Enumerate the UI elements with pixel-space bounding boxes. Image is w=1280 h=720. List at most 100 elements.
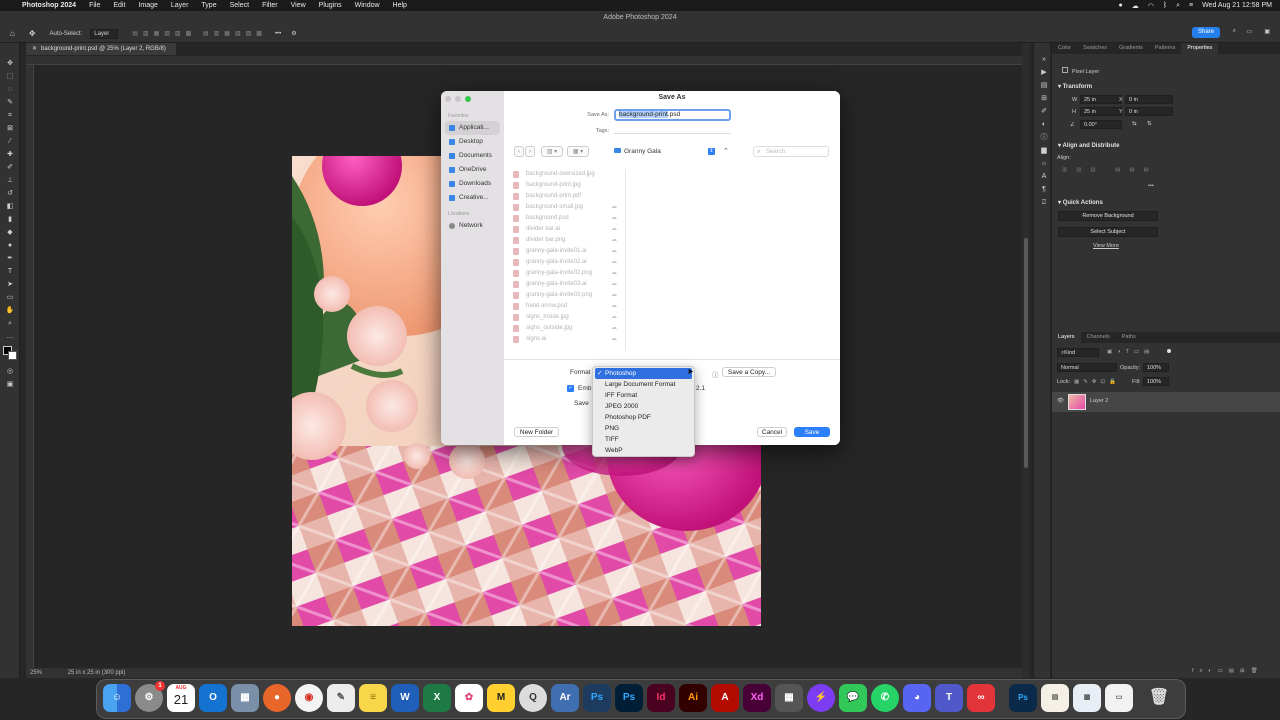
hand-tool-icon[interactable]: ✋ xyxy=(0,304,20,317)
cloud-download-icon[interactable]: ☁ xyxy=(611,246,617,257)
screenshot-thumbnail-icon[interactable]: ▭ xyxy=(1105,684,1133,712)
file-item[interactable]: hand arrow.psd ☁ xyxy=(508,301,625,312)
blur-tool-icon[interactable]: ◆ xyxy=(0,226,20,239)
embed-checkbox[interactable]: ✓ xyxy=(567,385,574,392)
frame-tool-icon[interactable]: ⊠ xyxy=(0,122,20,135)
document-tab[interactable]: ✕ background-print.psd @ 25% (Layer 2, RG… xyxy=(26,43,176,55)
outlook-icon[interactable]: O xyxy=(199,684,227,712)
width-field[interactable]: 25 in xyxy=(1080,95,1122,104)
minimize-window-icon[interactable] xyxy=(455,96,461,102)
illustrator-icon[interactable]: Ai xyxy=(679,684,707,712)
zoom-window-icon[interactable] xyxy=(465,96,471,102)
collapse-icon[interactable]: ⌃ xyxy=(723,147,729,155)
creative-cloud-icon[interactable]: ∞ xyxy=(967,684,995,712)
calculator-icon[interactable]: ▦ xyxy=(775,684,803,712)
marquee-tool-icon[interactable]: ⬚ xyxy=(0,70,20,83)
tab-gradients[interactable]: Gradients xyxy=(1113,43,1149,54)
menu-layer[interactable]: Layer xyxy=(171,2,189,9)
stamp-tool-icon[interactable]: ⊥ xyxy=(0,174,20,187)
remove-background-button[interactable]: Remove Background xyxy=(1058,211,1158,221)
cloud-download-icon[interactable]: ☁ xyxy=(611,213,617,224)
excel-icon[interactable]: X xyxy=(423,684,451,712)
sidebar-item-desktop[interactable]: Desktop xyxy=(441,135,504,149)
firefox-icon[interactable]: ● xyxy=(263,684,291,712)
menu-filter[interactable]: Filter xyxy=(262,2,278,9)
cloud-download-icon[interactable]: ☁ xyxy=(611,301,617,312)
back-button[interactable]: ‹ xyxy=(514,146,524,157)
home-icon[interactable]: ⌂ xyxy=(10,29,15,38)
messenger-icon[interactable]: ⚡ xyxy=(807,684,835,712)
view-group-button[interactable]: ▦ ▾ xyxy=(567,146,589,157)
file-item[interactable]: background-print.pdf xyxy=(508,191,625,202)
vertical-scrollbar[interactable] xyxy=(1022,43,1030,678)
eraser-tool-icon[interactable]: ◧ xyxy=(0,200,20,213)
new-folder-button[interactable]: New Folder xyxy=(514,427,559,437)
cloud-download-icon[interactable]: ☁ xyxy=(611,323,617,334)
menu-window[interactable]: Window xyxy=(355,2,380,9)
record-icon[interactable]: ● xyxy=(1119,2,1123,9)
color-swatches[interactable] xyxy=(0,343,19,365)
quick-mask-icon[interactable]: ◎ xyxy=(0,365,20,378)
screenshot-thumbnail-icon[interactable]: ▤ xyxy=(1041,684,1069,712)
file-item[interactable]: granny-gala-invite03.png ☁ xyxy=(508,290,625,301)
format-option-jpeg2000[interactable]: JPEG 2000 xyxy=(595,401,692,412)
select-subject-button[interactable]: Select Subject xyxy=(1058,227,1158,237)
quick-actions-header[interactable]: ▾ Quick Actions xyxy=(1058,199,1103,206)
format-option-large-document[interactable]: Large Document Format xyxy=(595,379,692,390)
file-item[interactable]: signs_outside.jpg ☁ xyxy=(508,323,625,334)
more-align-icon[interactable]: ••• xyxy=(1148,183,1154,189)
cloud-download-icon[interactable]: ☁ xyxy=(611,268,617,279)
share-button[interactable]: Share xyxy=(1192,27,1220,38)
file-item[interactable]: granny-gala-invite01.ai ☁ xyxy=(508,246,625,257)
auto-select-dropdown[interactable]: Layer xyxy=(90,28,119,39)
filter-toggle-icon[interactable] xyxy=(1167,349,1171,353)
gradient-tool-icon[interactable]: ▮ xyxy=(0,213,20,226)
align-icons[interactable]: ▥▥▥ ▤▤▤ xyxy=(1062,167,1158,173)
cloud-icon[interactable]: ☁ xyxy=(1132,2,1139,10)
layer-footer-icons[interactable]: fx◐▭▤⊞🗑 xyxy=(1192,668,1264,674)
cloud-download-icon[interactable]: ☁ xyxy=(611,235,617,246)
align-icons[interactable]: ▤▥▦▧▨▩ ▤▥▦▧▨▩ xyxy=(132,30,267,37)
preview-icon[interactable]: ▦ xyxy=(231,684,259,712)
cloud-download-icon[interactable]: ☁ xyxy=(611,257,617,268)
adobe-fonts-icon[interactable]: Ar xyxy=(551,684,579,712)
format-option-webp[interactable]: WebP xyxy=(595,445,692,456)
miro-icon[interactable]: M xyxy=(487,684,515,712)
search-icon[interactable]: ⌕ xyxy=(1176,2,1180,10)
filename-input[interactable]: background-print.psd xyxy=(614,109,731,121)
cancel-button[interactable]: Cancel xyxy=(757,427,787,437)
transform-header[interactable]: ▾ Transform xyxy=(1058,83,1092,90)
menu-edit[interactable]: Edit xyxy=(113,2,125,9)
menu-help[interactable]: Help xyxy=(393,2,407,9)
close-tab-icon[interactable]: ✕ xyxy=(32,46,37,52)
type-tool-icon[interactable]: T xyxy=(0,265,20,278)
fill-field[interactable]: 100% xyxy=(1143,377,1169,386)
view-more-link[interactable]: View More xyxy=(1093,243,1119,249)
finder-icon[interactable]: ☺ xyxy=(103,684,131,712)
file-item[interactable]: divider bar.ai ☁ xyxy=(508,224,625,235)
x-field[interactable]: 0 in xyxy=(1125,95,1173,104)
quick-select-icon[interactable]: ✎ xyxy=(0,96,20,109)
layer-filter-icons[interactable]: ▣◑T▭▤ xyxy=(1107,349,1154,355)
screenshot-thumbnail-icon[interactable]: ▦ xyxy=(1073,684,1101,712)
layer-row[interactable]: 👁 Layer 2 xyxy=(1052,392,1280,412)
whatsapp-icon[interactable]: ✆ xyxy=(871,684,899,712)
save-button[interactable]: Save xyxy=(794,427,830,437)
workspace-icon[interactable]: ▭ xyxy=(1246,28,1252,35)
format-option-png[interactable]: PNG xyxy=(595,423,692,434)
brush-tool-icon[interactable]: ✐ xyxy=(0,161,20,174)
photoshop-icon[interactable]: Ps xyxy=(583,684,611,712)
zoom-level[interactable]: 25% xyxy=(30,670,42,676)
menu-select[interactable]: Select xyxy=(230,2,249,9)
tab-color[interactable]: Color xyxy=(1052,43,1077,54)
format-option-tiff[interactable]: TIFF xyxy=(595,434,692,445)
path-select-icon[interactable]: ➤ xyxy=(0,278,20,291)
cloud-download-icon[interactable]: ☁ xyxy=(611,279,617,290)
location-popup[interactable]: Granny Gala ⇕ xyxy=(614,146,716,157)
zoom-tool-icon[interactable]: ⌕ xyxy=(0,317,20,330)
sidebar-item-applications[interactable]: Applicati... xyxy=(445,121,500,135)
menu-view[interactable]: View xyxy=(291,2,306,9)
word-icon[interactable]: W xyxy=(391,684,419,712)
quicktime-icon[interactable]: Q xyxy=(519,684,547,712)
file-item[interactable]: background-small.jpg ☁ xyxy=(508,202,625,213)
